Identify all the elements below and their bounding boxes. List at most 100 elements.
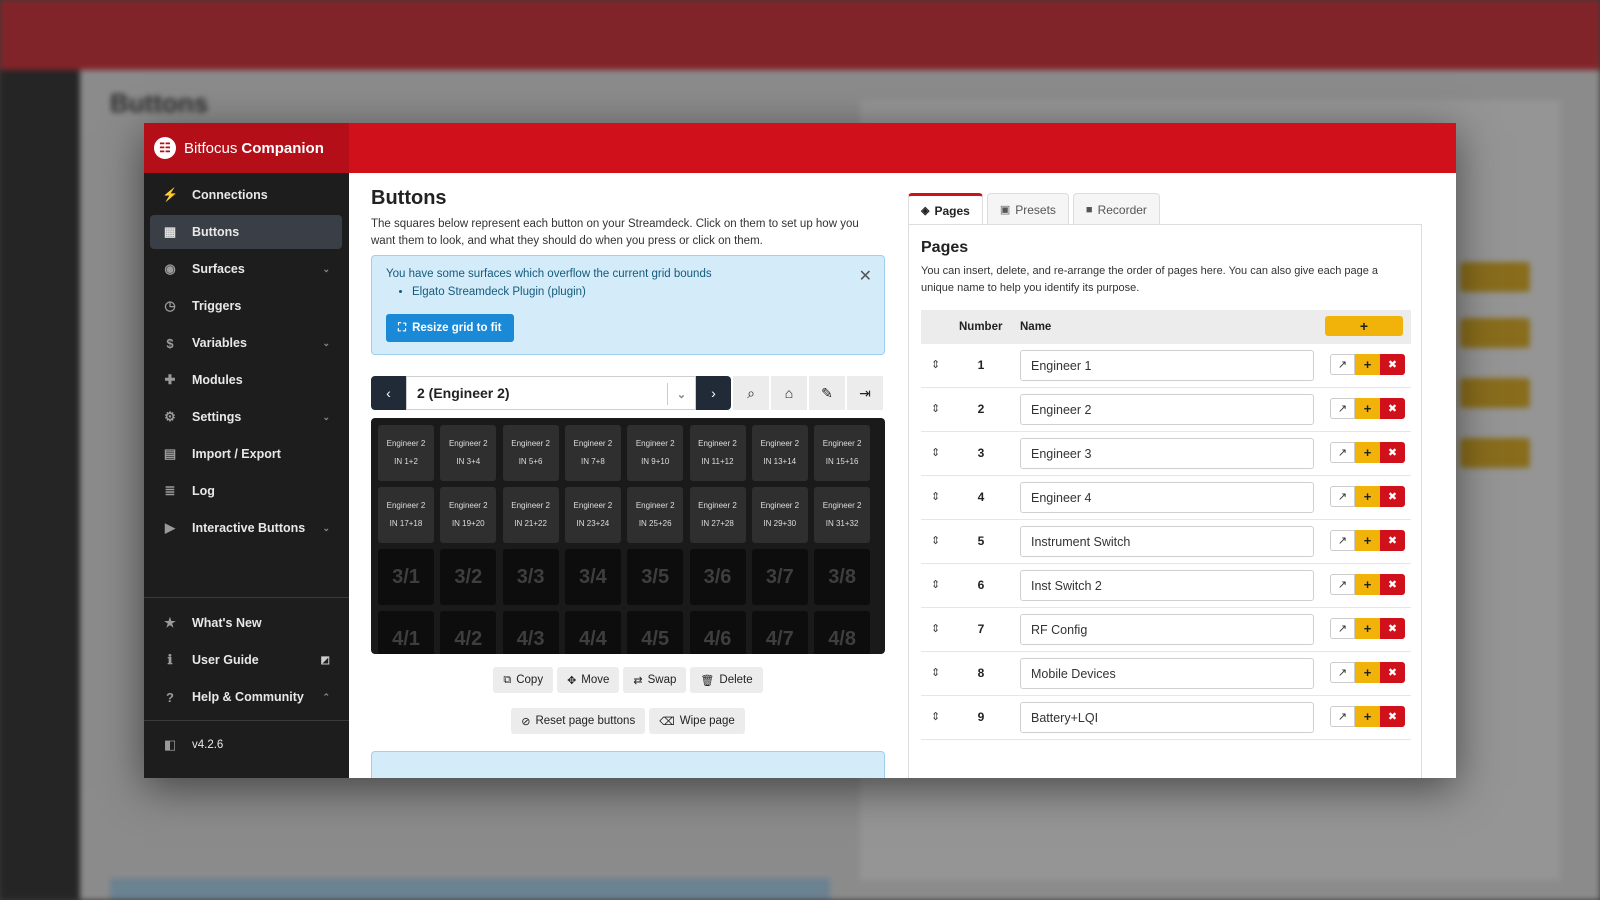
move-button[interactable]: ✥ Move xyxy=(557,667,620,693)
delete-page-button[interactable]: ✖ xyxy=(1380,398,1405,419)
insert-page-button[interactable]: + xyxy=(1355,706,1380,727)
insert-page-button[interactable]: + xyxy=(1355,662,1380,683)
sidebar-item-variables[interactable]: $ Variables ⌄ xyxy=(150,326,342,360)
grid-button[interactable]: Engineer 2 IN 15+16 xyxy=(814,425,871,481)
tab-pages[interactable]: ◈ Pages xyxy=(908,193,983,225)
delete-page-button[interactable]: ✖ xyxy=(1380,662,1405,683)
drag-handle-icon[interactable]: ⇕ xyxy=(931,402,940,415)
swap-button[interactable]: ⇄ Swap xyxy=(623,667,687,693)
export-page-button[interactable]: ⇥ xyxy=(847,376,883,410)
grid-button[interactable]: Engineer 2 IN 23+24 xyxy=(564,487,621,543)
sidebar-item-help-community[interactable]: ? Help & Community ⌃ xyxy=(150,680,342,714)
grid-button[interactable]: Engineer 2 IN 7+8 xyxy=(564,425,621,481)
sidebar-item-triggers[interactable]: ◷ Triggers xyxy=(150,289,342,323)
grid-button[interactable]: Engineer 2 IN 19+20 xyxy=(440,487,497,543)
grid-button[interactable]: 4/8 xyxy=(814,611,871,654)
open-page-button[interactable]: ↗ xyxy=(1330,662,1355,683)
insert-page-button[interactable]: + xyxy=(1355,398,1380,419)
drag-handle-icon[interactable]: ⇕ xyxy=(931,578,940,591)
open-page-button[interactable]: ↗ xyxy=(1330,618,1355,639)
insert-page-button[interactable]: + xyxy=(1355,530,1380,551)
sidebar-item-import-export[interactable]: ▤ Import / Export xyxy=(150,437,342,471)
home-button[interactable]: ⌂ xyxy=(771,376,807,410)
open-page-button[interactable]: ↗ xyxy=(1330,398,1355,419)
sidebar-item-interactive-buttons[interactable]: ▶ Interactive Buttons ⌄ xyxy=(150,511,342,545)
drag-handle-icon[interactable]: ⇕ xyxy=(931,446,940,459)
delete-page-button[interactable]: ✖ xyxy=(1380,486,1405,507)
page-name-input[interactable]: Engineer 4 xyxy=(1020,482,1314,513)
grid-button[interactable]: 4/4 xyxy=(564,611,621,654)
page-name-input[interactable]: Engineer 3 xyxy=(1020,438,1314,469)
grid-button[interactable]: 4/5 xyxy=(627,611,684,654)
grid-button[interactable]: 4/7 xyxy=(751,611,808,654)
reset-page-buttons-button[interactable]: ⊘ Reset page buttons xyxy=(511,708,646,734)
brand[interactable]: ☷ Bitfocus Companion xyxy=(144,123,349,173)
delete-button[interactable]: 🗑 Delete xyxy=(690,667,763,693)
drag-handle-icon[interactable]: ⇕ xyxy=(931,622,940,635)
sidebar-version[interactable]: ◧ v4.2.6 xyxy=(150,728,342,762)
next-page-button[interactable]: › xyxy=(696,376,731,410)
sidebar-item-whats-new[interactable]: ★ What's New xyxy=(150,606,342,640)
grid-button[interactable]: 4/2 xyxy=(440,611,497,654)
tab-presets[interactable]: ▣ Presets xyxy=(986,193,1069,225)
sidebar-item-buttons[interactable]: ▦ Buttons xyxy=(150,215,342,249)
grid-button[interactable]: 4/3 xyxy=(502,611,559,654)
grid-button[interactable]: Engineer 2 IN 17+18 xyxy=(378,487,434,543)
add-page-button[interactable]: + xyxy=(1325,316,1403,336)
grid-button[interactable]: Engineer 2 IN 1+2 xyxy=(378,425,434,481)
open-page-button[interactable]: ↗ xyxy=(1330,574,1355,595)
grid-button[interactable]: 4/6 xyxy=(689,611,746,654)
sidebar-item-connections[interactable]: ⚡ Connections xyxy=(150,178,342,212)
grid-button[interactable]: Engineer 2 IN 31+32 xyxy=(814,487,871,543)
drag-handle-icon[interactable]: ⇕ xyxy=(931,358,940,371)
grid-button[interactable]: Engineer 2 IN 21+22 xyxy=(502,487,559,543)
open-page-button[interactable]: ↗ xyxy=(1330,354,1355,375)
grid-button[interactable]: 4/1 xyxy=(378,611,434,654)
search-button[interactable]: ⌕ xyxy=(733,376,769,410)
grid-button[interactable]: Engineer 2 IN 27+28 xyxy=(689,487,746,543)
drag-handle-icon[interactable]: ⇕ xyxy=(931,534,940,547)
grid-button[interactable]: Engineer 2 IN 11+12 xyxy=(689,425,746,481)
grid-button[interactable]: 3/5 xyxy=(627,549,684,605)
page-name-input[interactable]: Engineer 2 xyxy=(1020,394,1314,425)
resize-grid-button[interactable]: ⛶ Resize grid to fit xyxy=(386,314,514,342)
sidebar-item-modules[interactable]: ✚ Modules xyxy=(150,363,342,397)
open-page-button[interactable]: ↗ xyxy=(1330,530,1355,551)
grid-button[interactable]: 3/8 xyxy=(814,549,871,605)
grid-button[interactable]: 3/6 xyxy=(689,549,746,605)
grid-button[interactable]: 3/1 xyxy=(378,549,434,605)
page-name-input[interactable]: Inst Switch 2 xyxy=(1020,570,1314,601)
grid-button[interactable]: 3/4 xyxy=(564,549,621,605)
insert-page-button[interactable]: + xyxy=(1355,574,1380,595)
open-page-button[interactable]: ↗ xyxy=(1330,486,1355,507)
page-name-input[interactable]: Mobile Devices xyxy=(1020,658,1314,689)
page-name-input[interactable]: Instrument Switch xyxy=(1020,526,1314,557)
grid-button[interactable]: Engineer 2 IN 29+30 xyxy=(751,487,808,543)
delete-page-button[interactable]: ✖ xyxy=(1380,618,1405,639)
grid-button[interactable]: Engineer 2 IN 5+6 xyxy=(502,425,559,481)
grid-button[interactable]: Engineer 2 IN 13+14 xyxy=(751,425,808,481)
tab-recorder[interactable]: ■ Recorder xyxy=(1072,193,1160,225)
grid-button[interactable]: Engineer 2 IN 25+26 xyxy=(627,487,684,543)
grid-button[interactable]: 3/7 xyxy=(751,549,808,605)
drag-handle-icon[interactable]: ⇕ xyxy=(931,490,940,503)
sidebar-item-settings[interactable]: ⚙ Settings ⌄ xyxy=(150,400,342,434)
edit-button[interactable]: ✎ xyxy=(809,376,845,410)
delete-page-button[interactable]: ✖ xyxy=(1380,530,1405,551)
delete-page-button[interactable]: ✖ xyxy=(1380,442,1405,463)
wipe-page-button[interactable]: ⌫ Wipe page xyxy=(649,708,745,734)
previous-page-button[interactable]: ‹ xyxy=(371,376,406,410)
copy-button[interactable]: ⧉ Copy xyxy=(493,667,554,693)
page-select[interactable]: 2 (Engineer 2) ⌄ xyxy=(406,376,696,410)
delete-page-button[interactable]: ✖ xyxy=(1380,354,1405,375)
sidebar-item-user-guide[interactable]: ℹ User Guide ◩ xyxy=(150,643,342,677)
delete-page-button[interactable]: ✖ xyxy=(1380,706,1405,727)
grid-button[interactable]: 3/2 xyxy=(440,549,497,605)
grid-button[interactable]: 3/3 xyxy=(502,549,559,605)
drag-handle-icon[interactable]: ⇕ xyxy=(931,710,940,723)
drag-handle-icon[interactable]: ⇕ xyxy=(931,666,940,679)
grid-button[interactable]: Engineer 2 IN 9+10 xyxy=(627,425,684,481)
page-name-input[interactable]: Engineer 1 xyxy=(1020,350,1314,381)
insert-page-button[interactable]: + xyxy=(1355,354,1380,375)
page-name-input[interactable]: Battery+LQI xyxy=(1020,702,1314,733)
